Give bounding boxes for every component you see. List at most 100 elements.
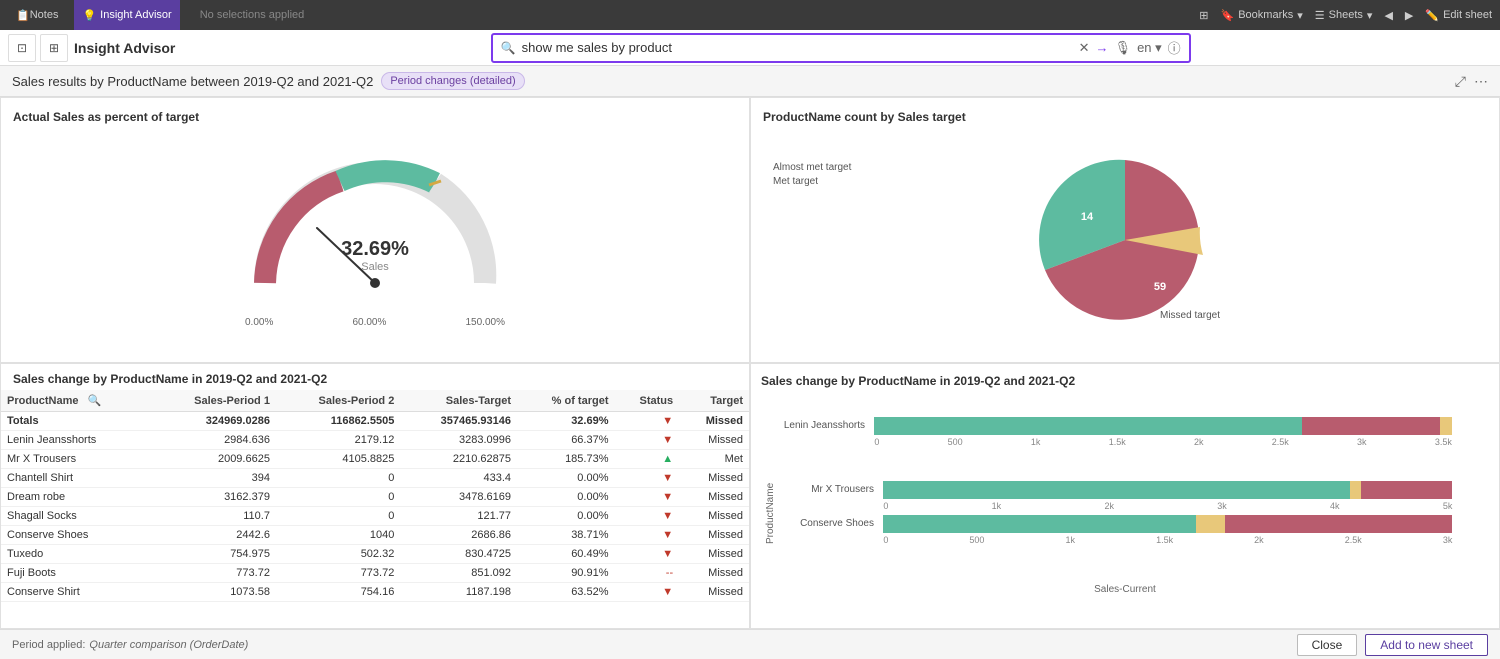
svg-text:59: 59 [1154, 281, 1166, 293]
cell-pct: 0.00% [517, 488, 615, 507]
panel-toggle-1[interactable]: ⊡ [8, 34, 36, 62]
period-badge[interactable]: Period changes (detailed) [381, 72, 524, 90]
col-header-status: Status [615, 390, 680, 412]
cell-pct: 60.49% [517, 545, 615, 564]
cell-status: ▼ [615, 469, 680, 488]
bar-ticks-1: 05001k1.5k2k2.5k3k3.5k [874, 437, 1452, 447]
cell-status: ▼ [615, 431, 680, 450]
x-axis-label: Sales-Current [761, 584, 1489, 595]
cell-p2: 754.16 [276, 583, 400, 602]
cell-pct: 185.73% [517, 450, 615, 469]
table-row: Fuji Boots 773.72 773.72 851.092 90.91% … [1, 564, 749, 583]
bar-track-1: 05001k1.5k2k2.5k3k3.5k [874, 417, 1482, 447]
nav-notes[interactable]: 📋 Notes [8, 0, 66, 30]
cell-status: -- [615, 564, 680, 583]
edit-sheet-btn[interactable]: ✏️ Edit sheet [1425, 9, 1492, 22]
col-header-product: ProductName 🔍 [1, 390, 152, 412]
bar-group-3: Conserve Shoes 05001k1.5k2k2.5k3k [780, 515, 1489, 545]
clear-search-btn[interactable]: ✕ [1079, 40, 1090, 56]
bar-chart-middle: ProductName Mr X Trousers [761, 481, 1489, 545]
cell-target: 2210.62875 [400, 450, 517, 469]
cell-target-status: Missed [679, 526, 749, 545]
cell-target-status: Missed [679, 507, 749, 526]
cell-status: ▼ [615, 488, 680, 507]
cell-status: ▼ [615, 526, 680, 545]
cell-target: 433.4 [400, 469, 517, 488]
gauge-labels: 0.00% 60.00% 150.00% [245, 317, 505, 328]
cell-target-status: Missed [679, 412, 749, 431]
col-header-target: Sales-Target [400, 390, 517, 412]
gauge-svg-wrapper: 32.69% Sales [245, 153, 505, 313]
cell-target: 357465.93146 [400, 412, 517, 431]
fullscreen-icon[interactable]: ⤢ [1455, 73, 1466, 90]
cell-product: Chantell Shirt [1, 469, 152, 488]
cell-pct: 38.71% [517, 526, 615, 545]
period-label: Period applied: [12, 639, 85, 651]
bookmark-icon: 🔖 [1221, 9, 1235, 22]
results-header-right: ⤢ ⋯ [1455, 73, 1488, 90]
bar-stack-2 [883, 481, 1452, 499]
cell-p1: 1073.58 [152, 583, 276, 602]
add-to-sheet-button[interactable]: Add to new sheet [1365, 634, 1488, 656]
cell-target: 1187.198 [400, 583, 517, 602]
cell-p1: 3162.379 [152, 488, 276, 507]
y-axis-label: ProductName [761, 481, 780, 545]
pie-svg: 59 14 Missed target [1015, 140, 1235, 340]
bookmarks-btn[interactable]: 🔖 Bookmarks ▾ [1221, 9, 1303, 22]
gauge-max: 150.00% [466, 317, 505, 328]
bar-chart-panel: Sales change by ProductName in 2019-Q2 a… [750, 363, 1500, 629]
bar-seg-3-1 [883, 515, 1196, 533]
table-header-row: ProductName 🔍 Sales-Period 1 Sales-Perio… [1, 390, 749, 412]
cell-p2: 2179.12 [276, 431, 400, 450]
cell-product: Mr X Trousers [1, 450, 152, 469]
more-options-icon[interactable]: ⋯ [1474, 73, 1488, 90]
bar-chart-inner: Mr X Trousers 01k2k3k4k5k [780, 481, 1489, 545]
cell-p2: 502.32 [276, 545, 400, 564]
toolbar-left: ⊡ ⊞ [8, 34, 68, 62]
table-row: Tuxedo 754.975 502.32 830.4725 60.49% ▼ … [1, 545, 749, 564]
nav-notes-label: Notes [30, 9, 59, 21]
cell-status: ▲ [615, 450, 680, 469]
cell-target: 2686.86 [400, 526, 517, 545]
nav-next-icon[interactable]: ▶ [1405, 9, 1413, 22]
gauge-container: 32.69% Sales 0.00% 60.00% 150.00% [13, 132, 737, 348]
insight-icon: 💡 [82, 9, 96, 22]
nav-insight-label: Insight Advisor [100, 9, 172, 21]
search-input[interactable] [522, 40, 1069, 55]
nav-prev-icon[interactable]: ◀ [1384, 9, 1392, 22]
lang-select[interactable]: en ▾ [1137, 40, 1162, 56]
cell-product: Tuxedo [1, 545, 152, 564]
grid-icon: ⊞ [1199, 9, 1208, 22]
cell-target-status: Missed [679, 488, 749, 507]
cell-product: Shagall Socks [1, 507, 152, 526]
table1-title: Sales change by ProductName in 2019-Q2 a… [13, 372, 327, 386]
cell-target: 3478.6169 [400, 488, 517, 507]
info-icon: ⓘ [1168, 38, 1181, 57]
panel-toggle-2[interactable]: ⊞ [40, 34, 68, 62]
gauge-min: 0.00% [245, 317, 273, 328]
bottom-bar: Period applied: Quarter comparison (Orde… [0, 629, 1500, 659]
cell-p1: 2984.636 [152, 431, 276, 450]
gauge-sublabel: Sales [341, 261, 409, 273]
mic-icon[interactable]: 🎙 [1115, 40, 1132, 56]
results-header: Sales results by ProductName between 201… [0, 66, 1500, 97]
cell-target: 830.4725 [400, 545, 517, 564]
gauge-title: Actual Sales as percent of target [13, 110, 737, 124]
submit-search-btn[interactable]: → [1096, 40, 1109, 55]
pie-panel: ProductName count by Sales target Almost… [750, 97, 1500, 363]
cell-p2: 1040 [276, 526, 400, 545]
search-col-icon[interactable]: 🔍 [88, 395, 102, 407]
main-content: Sales results by ProductName between 201… [0, 66, 1500, 659]
sheets-btn[interactable]: ☰ Sheets ▾ [1315, 9, 1373, 22]
cell-pct: 63.52% [517, 583, 615, 602]
table-scroll[interactable]: ProductName 🔍 Sales-Period 1 Sales-Perio… [1, 390, 749, 628]
cell-product: Fuji Boots [1, 564, 152, 583]
bar-chart-title: Sales change by ProductName in 2019-Q2 a… [761, 374, 1489, 388]
close-button[interactable]: Close [1297, 634, 1358, 656]
bar-seg-3-2 [1196, 515, 1224, 533]
bar-ticks-3: 05001k1.5k2k2.5k3k [883, 535, 1452, 545]
table-row: Totals 324969.0286 116862.5505 357465.93… [1, 412, 749, 431]
table-row: Conserve Shirt 1073.58 754.16 1187.198 6… [1, 583, 749, 602]
cell-status: ▼ [615, 583, 680, 602]
nav-insight-advisor[interactable]: 💡 Insight Advisor [74, 0, 179, 30]
